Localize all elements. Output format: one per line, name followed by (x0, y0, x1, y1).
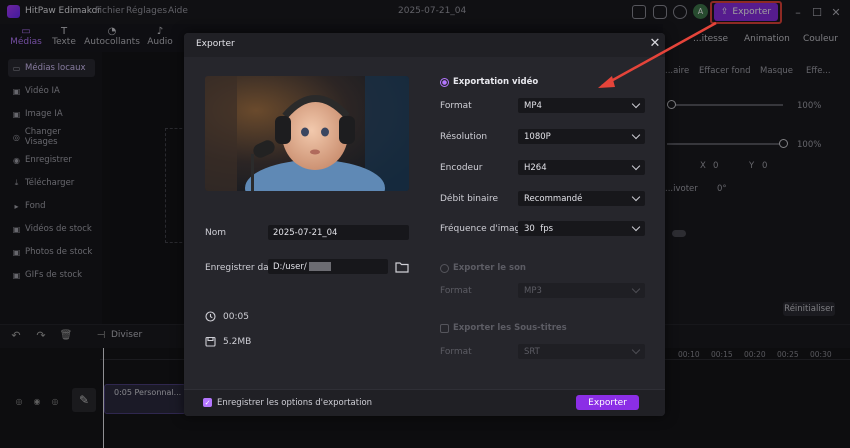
subtitles-format-label: Format (440, 347, 472, 357)
dialog-header (184, 33, 665, 57)
format-label: Format (440, 101, 472, 111)
audio-format-select[interactable]: MP3 (518, 283, 645, 298)
audio-export-radio[interactable] (440, 264, 449, 273)
preview-thumbnail (205, 76, 409, 191)
subtitles-export-checkbox[interactable] (440, 324, 449, 333)
chevron-down-icon (631, 161, 641, 171)
chevron-down-icon (631, 99, 641, 109)
chevron-down-icon (631, 130, 641, 140)
encoder-select[interactable]: H264 (518, 160, 645, 175)
framerate-label: Fréquence d'image (440, 224, 526, 234)
dialog-title: Exporter (196, 39, 235, 49)
framerate-select[interactable]: 30 fps (518, 221, 645, 236)
duration-value: 00:05 (223, 312, 249, 322)
file-size-icon (205, 336, 216, 347)
close-icon[interactable]: ✕ (648, 36, 662, 51)
video-preview (205, 76, 409, 191)
redacted-path (308, 262, 331, 271)
subtitles-export-label[interactable]: Exporter les Sous-titres (453, 323, 567, 333)
folder-icon[interactable] (395, 261, 409, 273)
format-select[interactable]: MP4 (518, 98, 645, 113)
video-export-radio[interactable] (440, 78, 449, 87)
save-path-text: D:/user/ (273, 261, 307, 272)
file-size-value: 5.2MB (223, 337, 252, 347)
bitrate-label: Débit binaire (440, 194, 499, 204)
bitrate-select[interactable]: Recommandé (518, 191, 645, 206)
chevron-down-icon (631, 284, 641, 294)
audio-export-label[interactable]: Exporter le son (453, 263, 526, 273)
chevron-down-icon (631, 192, 641, 202)
export-button[interactable]: Exporter (576, 395, 639, 410)
save-options-label[interactable]: Enregistrer les options d'exportation (217, 398, 372, 408)
clock-icon (205, 311, 216, 322)
save-path-input[interactable]: D:/user/ (268, 259, 388, 274)
name-label: Nom (205, 228, 227, 238)
chevron-down-icon (631, 222, 641, 232)
encoder-label: Encodeur (440, 163, 483, 173)
resolution-label: Résolution (440, 132, 488, 142)
save-options-checkbox[interactable]: ✓ (203, 398, 212, 407)
name-input[interactable]: 2025-07-21_04 (268, 225, 409, 240)
resolution-select[interactable]: 1080P (518, 129, 645, 144)
audio-format-label: Format (440, 286, 472, 296)
video-export-label[interactable]: Exportation vidéo (453, 77, 538, 87)
chevron-down-icon (631, 345, 641, 355)
subtitles-format-select[interactable]: SRT (518, 344, 645, 359)
